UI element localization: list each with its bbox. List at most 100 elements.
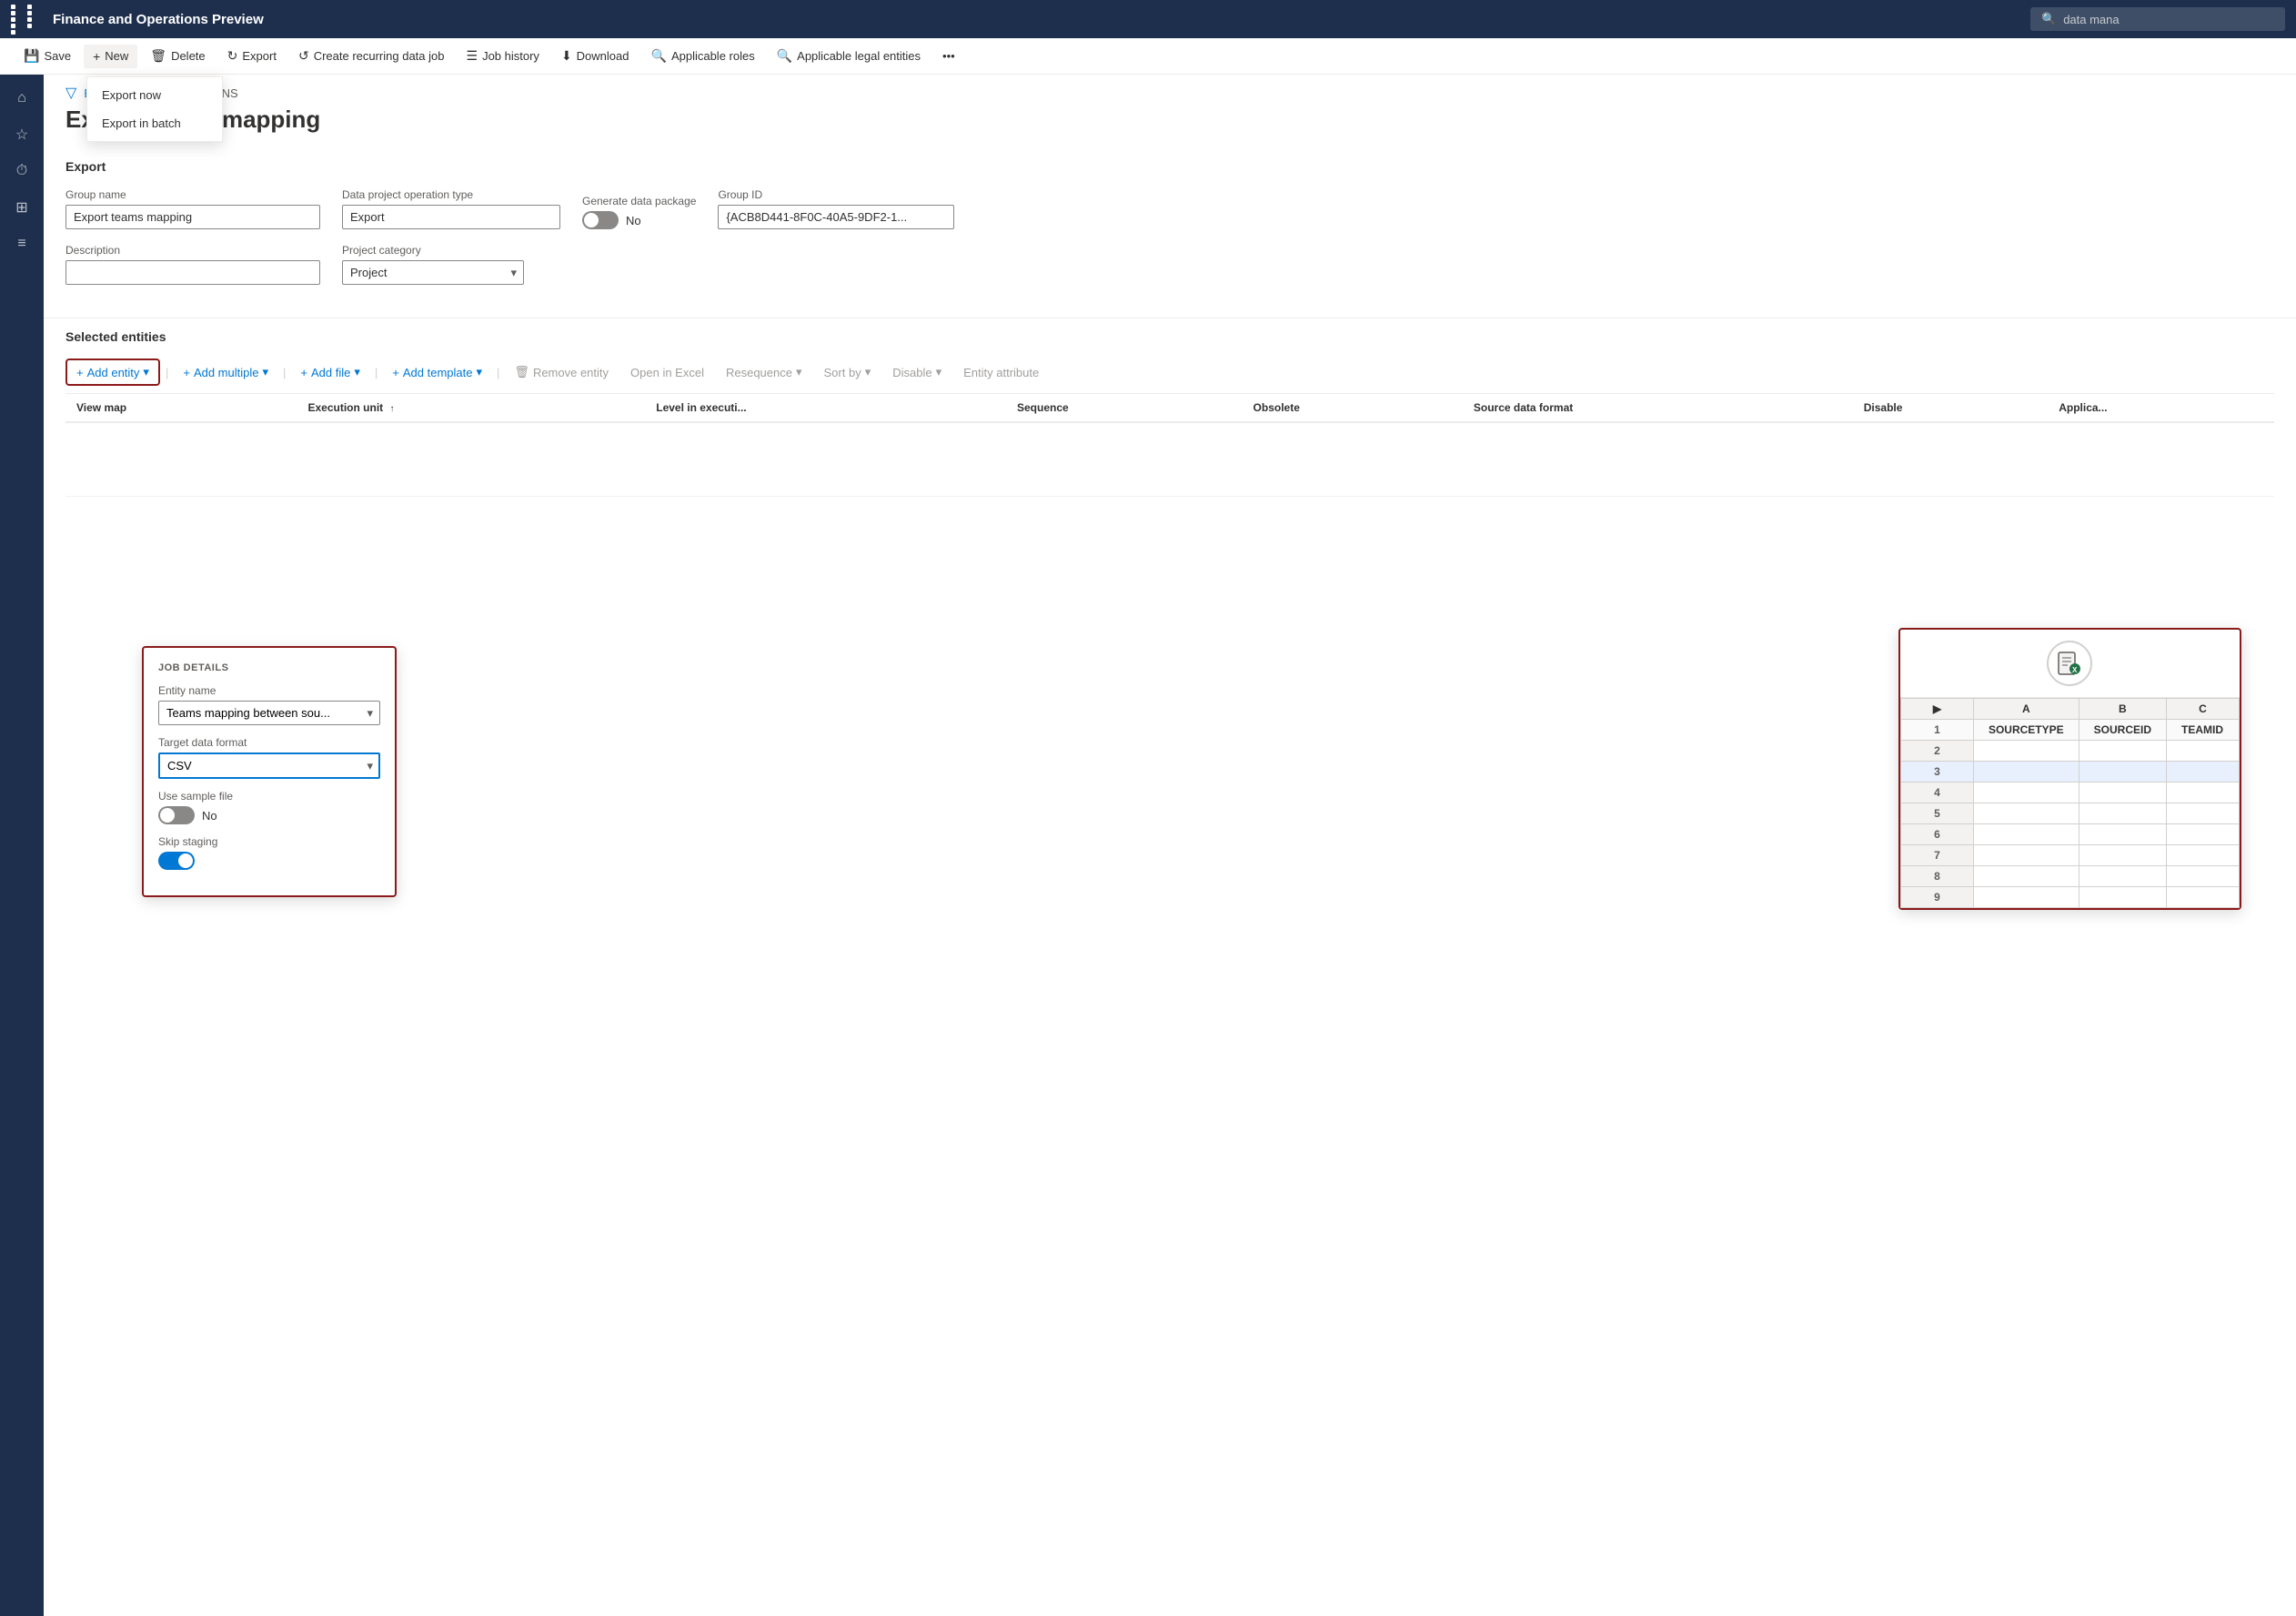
col-applicable[interactable]: Applica... — [2048, 394, 2274, 422]
entity-name-label: Entity name — [158, 684, 380, 697]
excel-corner: ▶ — [1900, 699, 1973, 720]
sidebar-item-workspaces[interactable]: ⊞ — [5, 191, 38, 224]
cell-c3[interactable] — [2167, 762, 2240, 783]
resequence-button[interactable]: Resequence ▾ — [717, 360, 811, 384]
command-bar: 💾 Save + New 🗑 Delete ↻ Export ↺ Create … — [0, 38, 2296, 75]
new-button[interactable]: + New — [84, 45, 137, 68]
target-format-select[interactable]: CSV Excel XML — [158, 752, 380, 779]
cell-c6[interactable] — [2167, 824, 2240, 845]
excel-row-2: 2 — [1900, 741, 2239, 762]
cell-a6[interactable] — [1973, 824, 2079, 845]
group-name-input[interactable] — [65, 205, 320, 229]
col-disable[interactable]: Disable — [1853, 394, 2048, 422]
job-history-button[interactable]: ☰ Job history — [458, 44, 549, 68]
cell-a2[interactable] — [1973, 741, 2079, 762]
excel-row-7: 7 — [1900, 845, 2239, 866]
row-num-1: 1 — [1900, 720, 1973, 741]
entity-name-select[interactable]: Teams mapping between sou... — [158, 701, 380, 725]
cell-a7[interactable] — [1973, 845, 2079, 866]
sidebar-item-recent[interactable]: ⏱ — [5, 155, 38, 187]
cell-a5[interactable] — [1973, 803, 2079, 824]
more-button[interactable]: ••• — [933, 45, 964, 67]
row-num-7: 7 — [1900, 845, 1973, 866]
sidebar-item-menu[interactable]: ≡ — [5, 227, 38, 260]
cell-c5[interactable] — [2167, 803, 2240, 824]
use-sample-toggle[interactable] — [158, 806, 195, 824]
col-view-map[interactable]: View map — [65, 394, 297, 422]
cell-b9[interactable] — [2079, 887, 2166, 908]
row-num-4: 4 — [1900, 783, 1973, 803]
cell-a1[interactable]: SOURCETYPE — [1973, 720, 2079, 741]
row-num-6: 6 — [1900, 824, 1973, 845]
sort-by-button[interactable]: Sort by ▾ — [815, 360, 881, 384]
filter-icon[interactable]: ▽ — [65, 84, 76, 102]
cell-b8[interactable] — [2079, 866, 2166, 887]
description-input[interactable] — [65, 260, 320, 285]
operation-type-input[interactable] — [342, 205, 560, 229]
add-entity-button[interactable]: + Add entity ▾ — [65, 359, 160, 386]
cell-a4[interactable] — [1973, 783, 2079, 803]
cell-c1[interactable]: TEAMID — [2167, 720, 2240, 741]
panel-section-title: JOB DETAILS — [158, 662, 380, 673]
search-bar[interactable]: 🔍 — [2030, 7, 2285, 31]
create-recurring-button[interactable]: ↺ Create recurring data job — [289, 44, 454, 68]
search-input[interactable] — [2063, 13, 2263, 26]
save-button[interactable]: 💾 Save — [15, 44, 80, 68]
add-file-button[interactable]: + Add file ▾ — [291, 360, 369, 384]
apps-icon[interactable] — [11, 5, 42, 35]
add-template-button[interactable]: + Add template ▾ — [383, 360, 491, 384]
cell-a8[interactable] — [1973, 866, 2079, 887]
skip-staging-toggle[interactable] — [158, 852, 195, 870]
cell-c8[interactable] — [2167, 866, 2240, 887]
cell-b2[interactable] — [2079, 741, 2166, 762]
col-level[interactable]: Level in executi... — [645, 394, 1006, 422]
entity-name-field: Entity name Teams mapping between sou... — [158, 684, 380, 725]
cell-b7[interactable] — [2079, 845, 2166, 866]
cell-c4[interactable] — [2167, 783, 2240, 803]
export-button[interactable]: ↻ Export — [218, 44, 286, 68]
new-dropdown: Export now Export in batch — [86, 76, 223, 142]
col-c-header: C — [2167, 699, 2240, 720]
export-batch-item[interactable]: Export in batch — [87, 109, 222, 137]
generate-pkg-toggle-row: No — [582, 211, 696, 229]
disable-button[interactable]: Disable ▾ — [883, 360, 951, 384]
cell-b3[interactable] — [2079, 762, 2166, 783]
col-execution-unit[interactable]: Execution unit ↑ — [297, 394, 646, 422]
empty-table-message — [65, 422, 2274, 497]
cell-b5[interactable] — [2079, 803, 2166, 824]
cell-a3[interactable] — [1973, 762, 2079, 783]
open-excel-button[interactable]: Open in Excel — [621, 361, 713, 384]
delete-button[interactable]: 🗑 Delete — [141, 44, 214, 68]
generate-pkg-toggle[interactable] — [582, 211, 619, 229]
cell-c9[interactable] — [2167, 887, 2240, 908]
remove-entity-icon: 🗑 — [514, 365, 529, 379]
project-category-field: Project category Project Integration Mig… — [342, 244, 524, 285]
main-content: ▽ Export | AX : OPERATIONS Export teams … — [44, 75, 2296, 1616]
top-bar: Finance and Operations Preview 🔍 — [0, 0, 2296, 38]
sidebar-item-home[interactable]: ⌂ — [5, 82, 38, 115]
excel-row-1: 1 SOURCETYPE SOURCEID TEAMID — [1900, 720, 2239, 741]
export-now-item[interactable]: Export now — [87, 81, 222, 109]
cell-c7[interactable] — [2167, 845, 2240, 866]
form-row-1: Group name Data project operation type G… — [65, 188, 2274, 229]
page-title-area: Export teams mapping — [44, 102, 2296, 148]
group-id-input[interactable] — [718, 205, 954, 229]
cell-b1[interactable]: SOURCEID — [2079, 720, 2166, 741]
cell-b6[interactable] — [2079, 824, 2166, 845]
col-sequence[interactable]: Sequence — [1006, 394, 1243, 422]
roles-icon: 🔍 — [651, 48, 667, 64]
cell-b4[interactable] — [2079, 783, 2166, 803]
applicable-roles-button[interactable]: 🔍 Applicable roles — [642, 44, 764, 68]
entity-attribute-button[interactable]: Entity attribute — [954, 361, 1048, 384]
sort-chevron: ▾ — [865, 365, 871, 379]
add-multiple-button[interactable]: + Add multiple ▾ — [174, 360, 277, 384]
cell-c2[interactable] — [2167, 741, 2240, 762]
sidebar-item-favorites[interactable]: ☆ — [5, 118, 38, 151]
applicable-legal-button[interactable]: 🔍 Applicable legal entities — [768, 44, 930, 68]
project-category-select[interactable]: Project Integration Migration — [342, 260, 524, 285]
cell-a9[interactable] — [1973, 887, 2079, 908]
col-obsolete[interactable]: Obsolete — [1243, 394, 1463, 422]
remove-entity-button[interactable]: 🗑 Remove entity — [505, 360, 618, 384]
download-button[interactable]: ⬇ Download — [552, 44, 639, 68]
col-source-format[interactable]: Source data format — [1463, 394, 1853, 422]
